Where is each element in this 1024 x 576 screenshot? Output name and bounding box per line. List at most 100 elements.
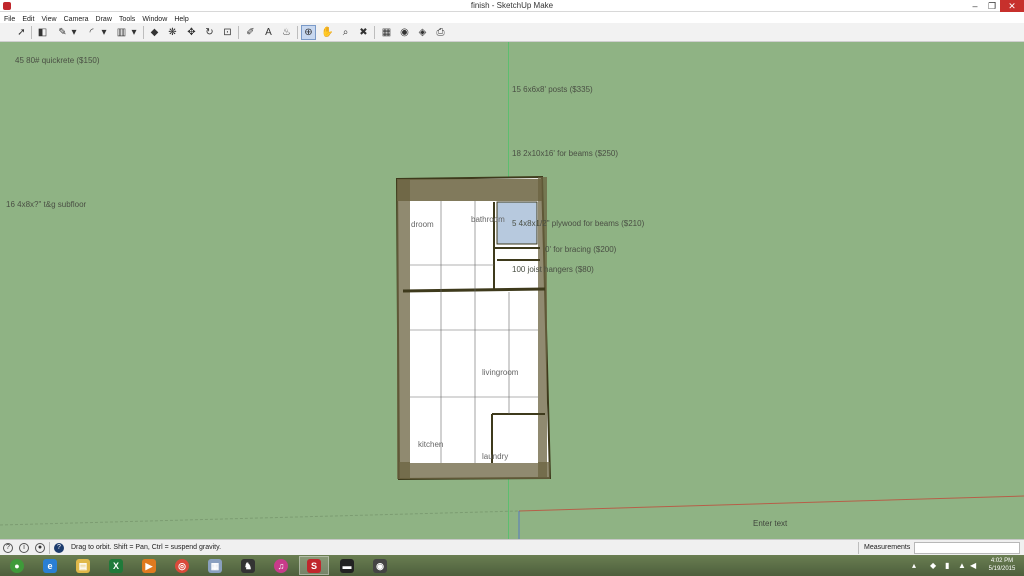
label-plywood: 5 4x8x1/2" plywood for beams ($210) bbox=[512, 219, 645, 228]
info-icon[interactable]: i bbox=[19, 543, 29, 553]
calculator-icon: ▦ bbox=[208, 558, 222, 573]
taskbar-game[interactable]: ♞ bbox=[233, 556, 263, 575]
label-beams: 18 2x10x16' for beams ($250) bbox=[512, 149, 619, 158]
status-bar: ? i ● ? Drag to orbit. Shift = Pan, Ctrl… bbox=[0, 539, 1024, 555]
outer-wall-top bbox=[397, 179, 542, 201]
select-tool-icon[interactable]: ➚ bbox=[14, 25, 29, 40]
enter-text-hint: Enter text bbox=[753, 519, 788, 528]
itunes-icon: ♫ bbox=[274, 558, 288, 573]
zoom-extents-tool-icon[interactable]: ✖ bbox=[356, 25, 371, 40]
taskbar-chrome[interactable]: ◎ bbox=[167, 556, 197, 575]
status-separator bbox=[49, 542, 50, 554]
label-joist-hangers: 100 joist hangers ($80) bbox=[512, 265, 594, 274]
chrome-icon: ◎ bbox=[175, 558, 189, 573]
window-title: finish - SketchUp Make bbox=[470, 1, 554, 10]
help-icon[interactable]: ? bbox=[3, 543, 13, 553]
text-tool-icon[interactable]: A bbox=[261, 25, 276, 40]
rotate-tool-icon[interactable]: ↻ bbox=[202, 25, 217, 40]
move-tool-icon[interactable]: ✥ bbox=[184, 25, 199, 40]
room-kitchen: kitchen bbox=[418, 440, 444, 449]
start-icon: ● bbox=[10, 558, 24, 573]
sketchup-icon: S bbox=[307, 558, 321, 573]
toolbar-separator bbox=[297, 26, 298, 39]
taskbar-media-player[interactable]: ▶ bbox=[134, 556, 164, 575]
taskbar-itunes[interactable]: ♫ bbox=[266, 556, 296, 575]
model-viewport[interactable]: 45 80# quickrete ($150) 15 6x6x8' posts … bbox=[0, 42, 1024, 539]
label-subfloor: 16 4x8x?" t&g subfloor bbox=[6, 200, 87, 209]
arc-tool-icon[interactable]: ◜ bbox=[84, 25, 99, 40]
paint-bucket-tool-icon[interactable]: ♨ bbox=[279, 25, 294, 40]
pan-tool-icon[interactable]: ✋ bbox=[320, 25, 335, 40]
taskbar-calculator[interactable]: ▦ bbox=[200, 556, 230, 575]
clock-date: 5/19/2015 bbox=[988, 566, 1016, 572]
extension-warehouse-tool-icon[interactable]: ◉ bbox=[397, 25, 412, 40]
minimize-button[interactable]: – bbox=[966, 0, 984, 12]
outer-wall-bottom bbox=[399, 462, 550, 479]
title-bar: finish - SketchUp Make – ❐ ✕ bbox=[0, 0, 1024, 12]
red-axis-dashed bbox=[0, 510, 520, 526]
measurements-label: Measurements bbox=[864, 544, 911, 551]
tray-network-icon[interactable]: ◆ bbox=[930, 555, 936, 576]
room-bathroom: bathroom bbox=[471, 215, 505, 224]
game-icon: ♞ bbox=[241, 558, 255, 573]
dark-app-icon: ▬ bbox=[340, 558, 354, 573]
room-bedroom: droom bbox=[411, 220, 434, 229]
taskbar-camera[interactable]: ◉ bbox=[365, 556, 395, 575]
excel-icon: X bbox=[109, 558, 123, 573]
layout-tool-icon[interactable]: ⎙ bbox=[433, 25, 448, 40]
zoom-tool-icon[interactable]: ⌕ bbox=[338, 25, 353, 40]
tray-volume-icon[interactable]: ◀ bbox=[970, 555, 976, 576]
ie-icon: e bbox=[43, 558, 57, 573]
shape-dropdown-icon[interactable]: ▾ bbox=[129, 25, 139, 40]
arc-dropdown-icon[interactable]: ▾ bbox=[99, 25, 109, 40]
status-separator bbox=[858, 542, 859, 554]
toolbar-separator bbox=[374, 26, 375, 39]
orbit-tool-icon[interactable]: ⊕ bbox=[301, 25, 316, 40]
taskbar-ie[interactable]: e bbox=[35, 556, 65, 575]
toolbar-separator bbox=[31, 26, 32, 39]
scale-tool-icon[interactable]: ⊡ bbox=[220, 25, 235, 40]
start-button[interactable]: ● bbox=[2, 556, 32, 575]
toolbar-separator bbox=[238, 26, 239, 39]
tray-signal-icon[interactable]: ▲ bbox=[958, 555, 966, 576]
windows-taskbar: ● e ▤ X ▶ ◎ ▦ ♞ ♫ S ▬ ◉ ▴ ◆ ▮ ▲ ◀ 4:02 P… bbox=[0, 555, 1024, 576]
taskbar-excel[interactable]: X bbox=[101, 556, 131, 575]
red-axis bbox=[518, 495, 1024, 512]
taskbar-clock[interactable]: 4:02 PM 5/19/2015 bbox=[982, 557, 1022, 573]
tape-measure-tool-icon[interactable]: ✐ bbox=[243, 25, 258, 40]
label-quickrete: 45 80# quickrete ($150) bbox=[15, 56, 100, 65]
measurements-input[interactable] bbox=[914, 542, 1020, 554]
room-laundry: laundry bbox=[482, 452, 509, 461]
taskbar-dark-app[interactable]: ▬ bbox=[332, 556, 362, 575]
camera-icon: ◉ bbox=[373, 558, 387, 573]
axes-svg bbox=[0, 175, 1024, 539]
label-posts: 15 6x6x8' posts ($335) bbox=[512, 85, 593, 94]
instructor-icon[interactable]: ? bbox=[54, 543, 64, 553]
tray-battery-icon[interactable]: ▮ bbox=[945, 555, 949, 576]
line-tool-icon[interactable]: ✎ bbox=[55, 25, 70, 40]
menu-bar: File Edit View Camera Draw Tools Window … bbox=[0, 12, 1024, 23]
warehouse-tool-icon[interactable]: ▦ bbox=[379, 25, 394, 40]
status-hint: Drag to orbit. Shift = Pan, Ctrl = suspe… bbox=[71, 544, 222, 551]
taskbar-sketchup[interactable]: S bbox=[299, 556, 329, 575]
close-button[interactable]: ✕ bbox=[1000, 0, 1024, 12]
share-model-tool-icon[interactable]: ◈ bbox=[415, 25, 430, 40]
folder-icon: ▤ bbox=[76, 558, 90, 573]
partition-wall bbox=[402, 287, 546, 293]
user-icon[interactable]: ● bbox=[35, 543, 45, 553]
room-livingroom: livingroom bbox=[482, 368, 519, 377]
line-dropdown-icon[interactable]: ▾ bbox=[69, 25, 79, 40]
rectangle-tool-icon[interactable]: ▥ bbox=[114, 25, 129, 40]
toolbar-separator bbox=[143, 26, 144, 39]
offset-tool-icon[interactable]: ❋ bbox=[165, 25, 180, 40]
media-player-icon: ▶ bbox=[142, 558, 156, 573]
clock-time: 4:02 PM bbox=[990, 558, 1014, 564]
push-pull-tool-icon[interactable]: ◆ bbox=[147, 25, 162, 40]
toolbar: ➚ ◧ ✎ ▾ ◜ ▾ ▥ ▾ ◆ ❋ ✥ ↻ ⊡ ✐ A ♨ ⊕ ✋ ⌕ ✖ … bbox=[0, 23, 1024, 42]
tray-up-arrow-icon[interactable]: ▴ bbox=[912, 555, 916, 576]
outer-wall-left bbox=[397, 179, 410, 479]
taskbar-explorer[interactable]: ▤ bbox=[68, 556, 98, 575]
maximize-button[interactable]: ❐ bbox=[984, 0, 1000, 12]
label-bracing: 0' for bracing ($200) bbox=[545, 245, 617, 254]
eraser-tool-icon[interactable]: ◧ bbox=[35, 25, 50, 40]
